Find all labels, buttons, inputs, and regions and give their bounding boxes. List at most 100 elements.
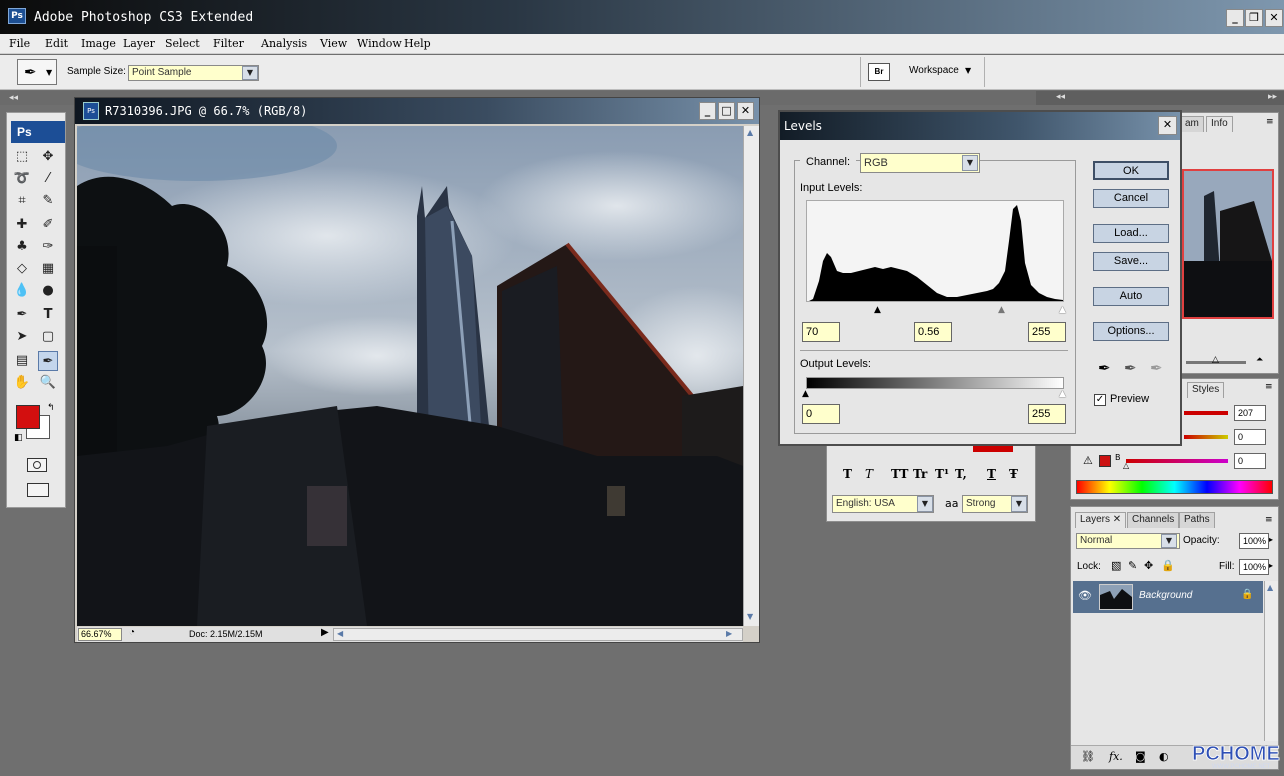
panel-menu-icon[interactable]: ≡ <box>1266 117 1274 127</box>
lasso-tool-icon[interactable]: ➰ <box>12 169 32 189</box>
output-white-field[interactable]: 255 <box>1028 404 1066 424</box>
text-color-swatch[interactable] <box>973 446 1013 452</box>
tab-layers[interactable]: Layers ✕ <box>1075 512 1127 528</box>
input-white-slider[interactable]: ▲ <box>1059 305 1066 315</box>
history-brush-icon[interactable]: ✑ <box>38 237 58 257</box>
sample-size-select[interactable]: Point Sample <box>128 65 259 81</box>
screen-mode-icon[interactable] <box>27 483 49 497</box>
input-gamma-field[interactable]: 0.56 <box>914 322 952 342</box>
scroll-right-icon[interactable]: ▶ <box>726 629 732 638</box>
lock-image-icon[interactable]: ✎ <box>1128 559 1137 572</box>
lock-all-icon[interactable]: 🔒 <box>1161 559 1175 572</box>
image-canvas[interactable] <box>77 126 743 626</box>
quick-mask-icon[interactable] <box>27 458 47 472</box>
menu-window[interactable]: Window <box>357 37 402 50</box>
scroll-left-icon[interactable]: ◀ <box>337 629 343 638</box>
menu-edit[interactable]: Edit <box>45 37 68 50</box>
tab-channels[interactable]: Channels <box>1127 512 1180 528</box>
minimize-button[interactable]: _ <box>1226 9 1244 27</box>
preview-checkbox[interactable]: ✓ <box>1094 394 1106 406</box>
all-caps-button[interactable]: TT <box>891 467 908 481</box>
options-button[interactable]: Options... <box>1093 322 1169 341</box>
input-black-field[interactable]: 70 <box>802 322 840 342</box>
eraser-tool-icon[interactable]: ◇ <box>12 259 32 279</box>
faux-bold-button[interactable]: T <box>843 467 852 481</box>
path-selection-icon[interactable]: ➤ <box>12 327 32 347</box>
swap-colors-icon[interactable]: ↰ <box>47 403 55 413</box>
scroll-down-icon[interactable]: ▼ <box>747 612 753 621</box>
adjustment-icon[interactable]: ◐ <box>1159 750 1169 763</box>
marquee-tool-icon[interactable]: ⬚ <box>12 147 32 167</box>
superscript-button[interactable]: T¹ <box>935 467 949 481</box>
workspace-menu[interactable]: Workspace <box>909 65 959 76</box>
gradient-tool-icon[interactable]: ▦ <box>38 259 58 279</box>
lock-transparency-icon[interactable]: ▧ <box>1111 559 1121 572</box>
zoom-tool-icon[interactable]: 🔍 <box>38 373 58 393</box>
panel-menu-icon[interactable]: ≡ <box>1265 382 1273 392</box>
restore-button[interactable]: ❐ <box>1245 9 1263 27</box>
document-title-bar[interactable]: Ps R7310396.JPG @ 66.7% (RGB/8) _ □ ✕ <box>75 98 759 124</box>
tool-preset-picker[interactable]: ✒ ▼ <box>17 59 57 85</box>
navigator-thumbnail[interactable] <box>1182 169 1274 319</box>
vertical-scrollbar[interactable]: ▲ ▼ <box>743 126 759 626</box>
mask-icon[interactable]: ◙ <box>1135 750 1146 763</box>
save-button[interactable]: Save... <box>1093 252 1169 271</box>
chevron-down-icon[interactable]: ▼ <box>917 496 933 512</box>
gray-eyedropper-icon[interactable]: ✒ <box>1124 359 1137 377</box>
fx-icon[interactable]: fx. <box>1109 750 1123 763</box>
scroll-up-icon[interactable]: ▲ <box>1267 583 1273 592</box>
blur-tool-icon[interactable]: 💧 <box>12 281 32 301</box>
input-white-field[interactable]: 255 <box>1028 322 1066 342</box>
hand-tool-icon[interactable]: ✋ <box>12 373 32 393</box>
zoom-in-icon[interactable]: ⏶ <box>1256 355 1263 365</box>
tab-paths[interactable]: Paths <box>1179 512 1215 528</box>
tab-styles[interactable]: Styles <box>1187 382 1225 398</box>
ok-button[interactable]: OK <box>1093 161 1169 180</box>
eye-icon[interactable]: 👁 <box>1078 589 1092 602</box>
move-tool-icon[interactable]: ✥ <box>38 147 58 167</box>
output-black-field[interactable]: 0 <box>802 404 840 424</box>
eyedropper-tool-icon[interactable]: ✒ <box>38 351 58 371</box>
dodge-tool-icon[interactable]: ● <box>38 281 58 301</box>
close-button[interactable]: ✕ <box>1265 9 1283 27</box>
subscript-button[interactable]: T, <box>955 467 967 481</box>
levels-close-button[interactable]: ✕ <box>1158 116 1177 135</box>
magic-wand-icon[interactable]: ⁄ <box>38 169 58 189</box>
r-slider[interactable] <box>1184 411 1228 415</box>
slice-tool-icon[interactable]: ✎ <box>38 191 58 211</box>
opacity-field[interactable]: 100% <box>1239 533 1269 549</box>
clone-stamp-icon[interactable]: ♣ <box>12 237 32 257</box>
brush-tool-icon[interactable]: ✐ <box>38 215 58 235</box>
b-slider-thumb[interactable]: △ <box>1123 461 1129 470</box>
small-caps-button[interactable]: Tr <box>913 467 927 481</box>
color-ramp[interactable] <box>1076 480 1273 494</box>
fill-field[interactable]: 100% <box>1239 559 1269 575</box>
status-menu-icon[interactable]: ◔ <box>129 627 135 638</box>
menu-help[interactable]: Help <box>404 37 431 50</box>
type-tool-icon[interactable]: T <box>38 305 58 325</box>
shape-tool-icon[interactable]: ▢ <box>38 327 58 347</box>
crop-tool-icon[interactable]: ⌗ <box>12 191 32 211</box>
output-black-slider[interactable]: ▲ <box>802 389 809 399</box>
layers-scrollbar[interactable]: ▲ <box>1264 581 1278 741</box>
tab-navigator[interactable]: am <box>1180 116 1204 132</box>
underline-button[interactable]: T <box>987 467 996 481</box>
input-gamma-slider[interactable]: ▲ <box>998 305 1005 315</box>
doc-maximize-button[interactable]: □ <box>718 102 735 120</box>
chevron-down-icon[interactable]: ▼ <box>962 155 978 171</box>
input-black-slider[interactable]: ▲ <box>874 305 881 315</box>
menu-layer[interactable]: Layer <box>123 37 155 50</box>
r-value-field[interactable]: 207 <box>1234 405 1266 421</box>
menu-select[interactable]: Select <box>165 37 200 50</box>
foreground-color-swatch[interactable] <box>16 405 40 429</box>
g-slider[interactable] <box>1184 435 1228 439</box>
status-arrow-icon[interactable]: ▶ <box>321 627 329 638</box>
tab-info[interactable]: Info <box>1206 116 1233 132</box>
white-eyedropper-icon[interactable]: ✒ <box>1150 359 1163 377</box>
load-button[interactable]: Load... <box>1093 224 1169 243</box>
menu-file[interactable]: File <box>9 37 30 50</box>
foreground-swatch[interactable] <box>1099 455 1111 467</box>
doc-close-button[interactable]: ✕ <box>737 102 754 120</box>
auto-button[interactable]: Auto <box>1093 287 1169 306</box>
g-value-field[interactable]: 0 <box>1234 429 1266 445</box>
